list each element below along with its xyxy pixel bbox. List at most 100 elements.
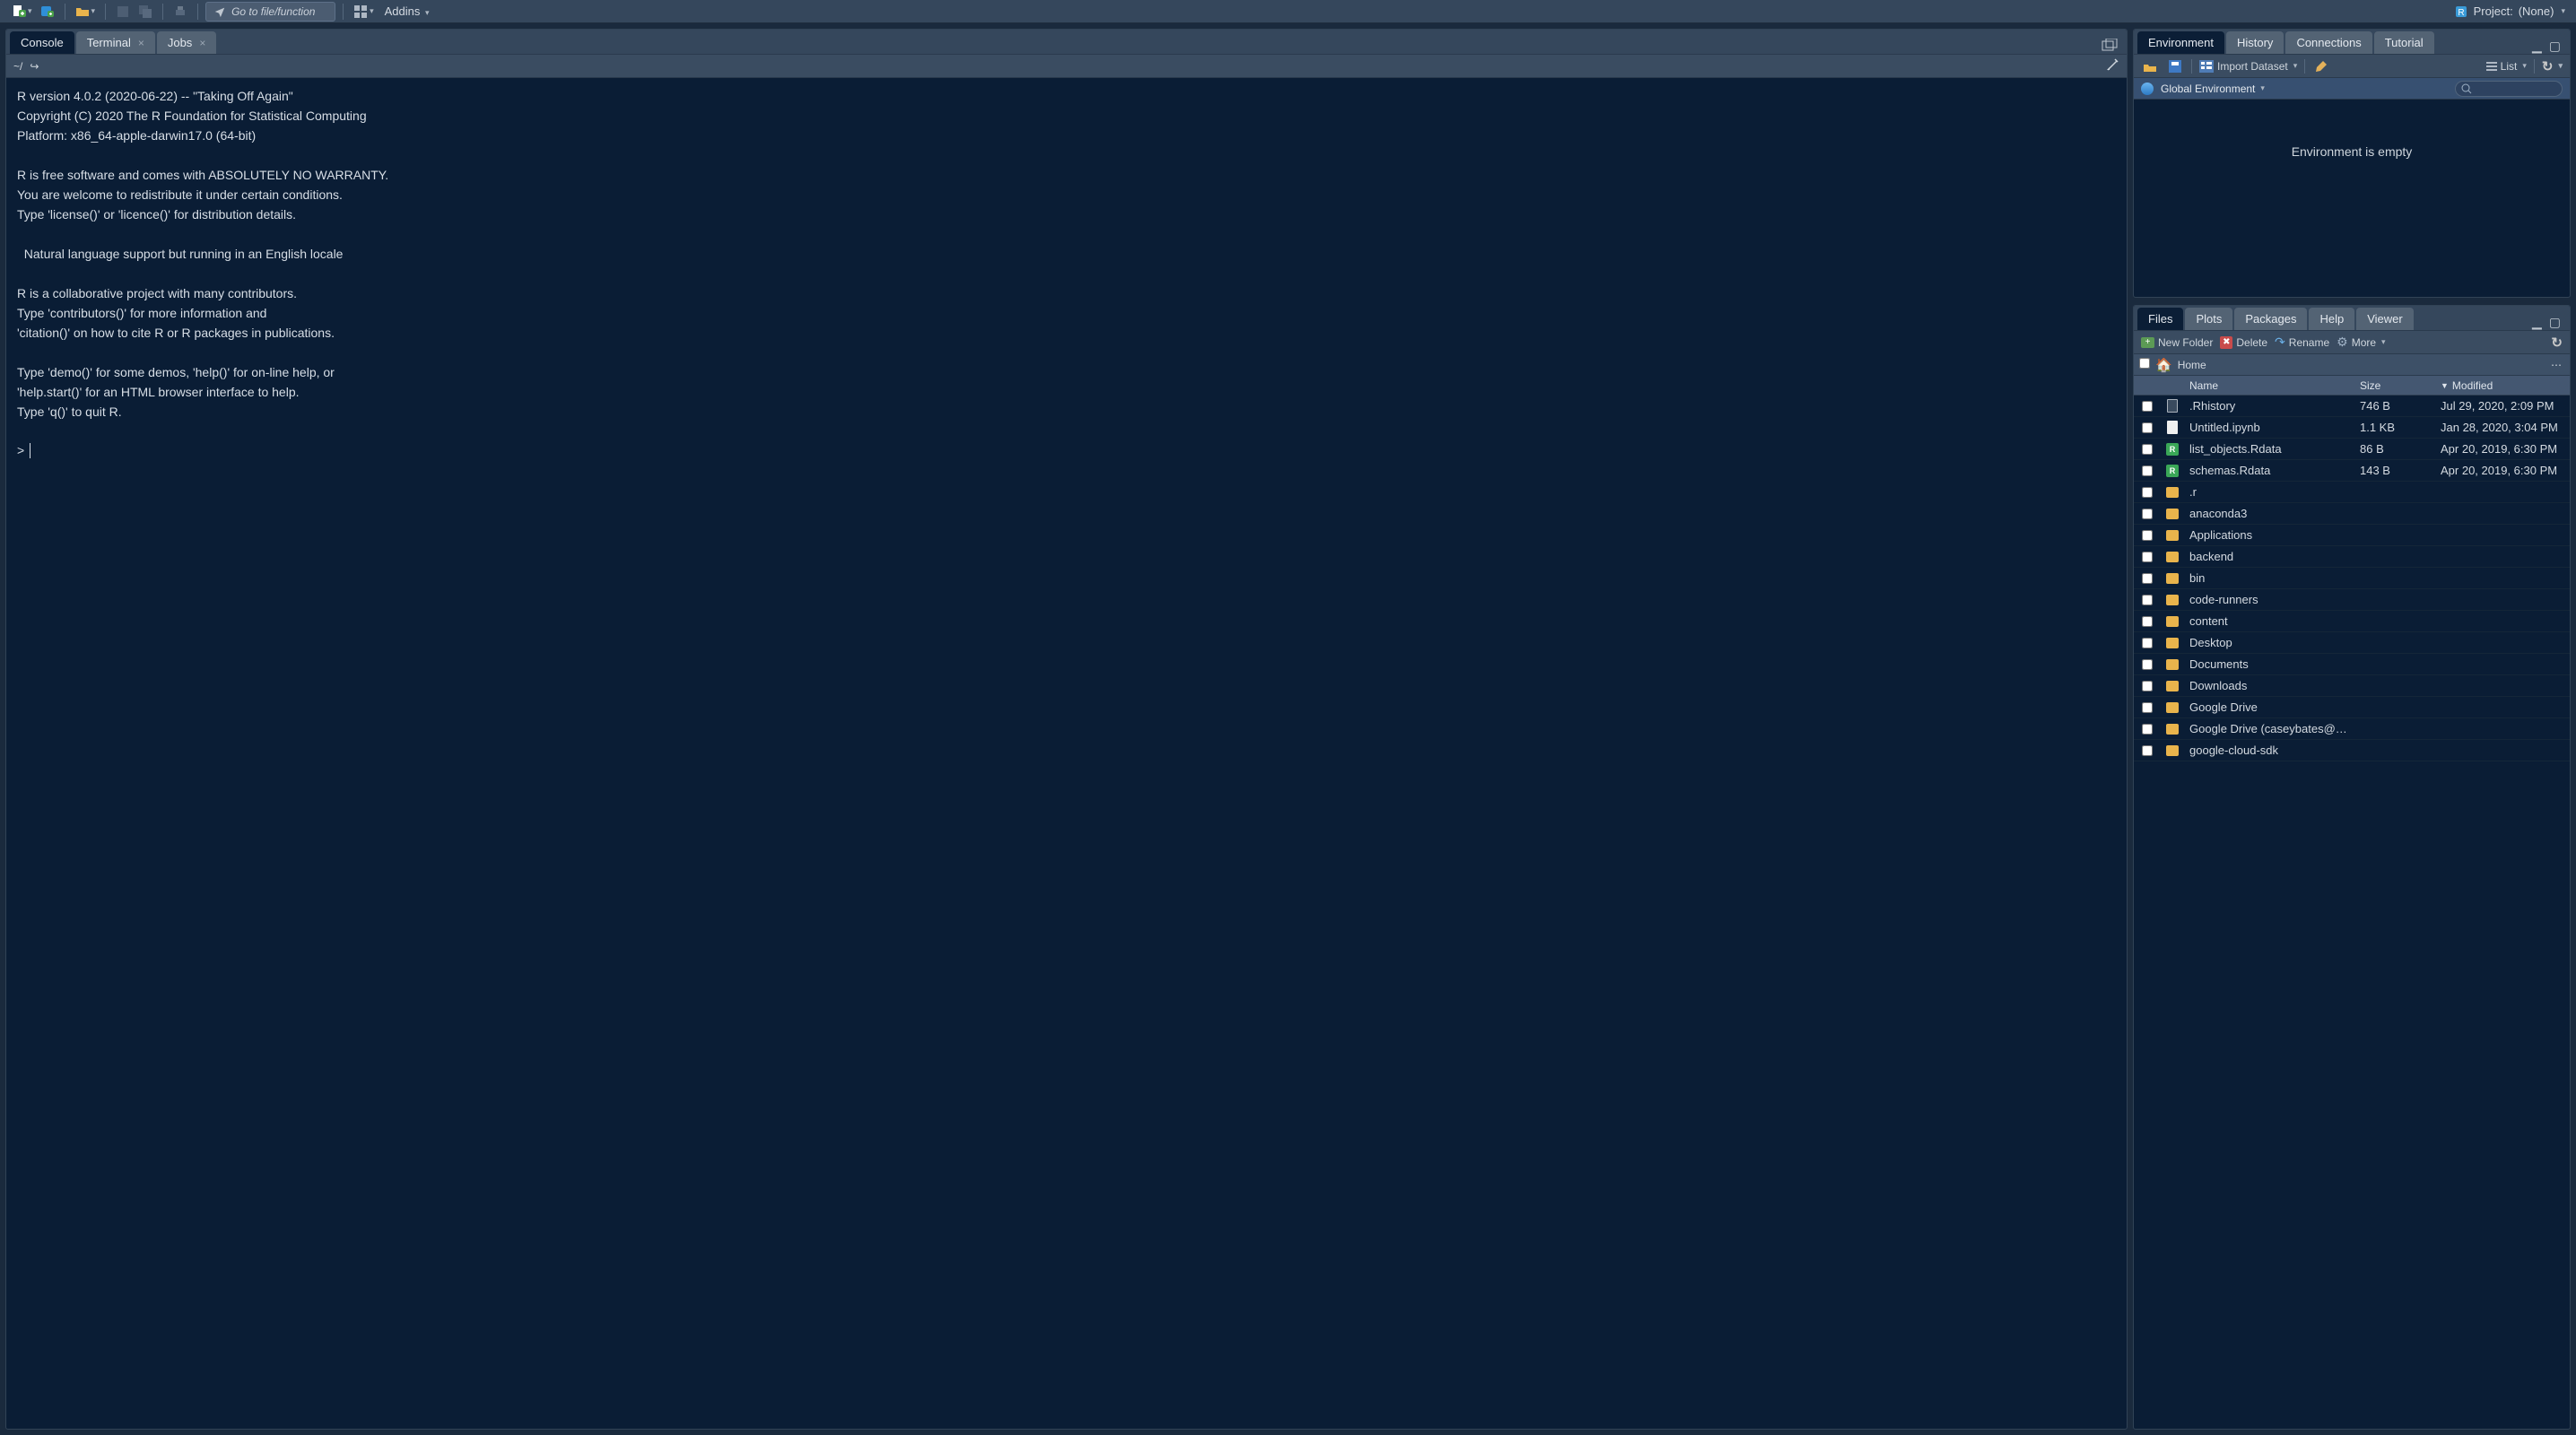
save-button[interactable]: [113, 2, 133, 22]
clear-console-icon[interactable]: [2105, 57, 2119, 74]
file-name[interactable]: google-cloud-sdk: [2184, 744, 2354, 757]
goto-dir-icon[interactable]: ↪: [30, 60, 39, 73]
tab-connections[interactable]: Connections: [2285, 31, 2371, 54]
delete-button[interactable]: ✖Delete: [2220, 336, 2267, 349]
table-row[interactable]: bin: [2134, 568, 2570, 589]
load-workspace-icon[interactable]: [2141, 57, 2159, 75]
new-file-button[interactable]: ▾: [9, 2, 35, 22]
refresh-env-icon[interactable]: ↻▾: [2542, 58, 2563, 74]
print-button[interactable]: [170, 2, 190, 22]
file-name[interactable]: Untitled.ipynb: [2184, 421, 2354, 434]
row-checkbox[interactable]: [2142, 745, 2153, 756]
row-checkbox[interactable]: [2142, 702, 2153, 713]
refresh-files-icon[interactable]: ↻: [2551, 335, 2563, 351]
file-name[interactable]: .Rhistory: [2184, 399, 2354, 413]
file-name[interactable]: schemas.Rdata: [2184, 464, 2354, 477]
select-all-checkbox[interactable]: [2139, 358, 2150, 369]
row-checkbox[interactable]: [2142, 465, 2153, 476]
table-row[interactable]: Downloads: [2134, 675, 2570, 697]
file-name[interactable]: Applications: [2184, 528, 2354, 542]
env-search-input[interactable]: [2455, 81, 2563, 97]
maximize-icon[interactable]: ▢: [2549, 315, 2561, 330]
tab-help[interactable]: Help: [2309, 308, 2354, 330]
open-file-button[interactable]: ▾: [73, 2, 99, 22]
tab-history[interactable]: History: [2226, 31, 2284, 54]
save-all-button[interactable]: [135, 2, 155, 22]
table-row[interactable]: schemas.Rdata143 BApr 20, 2019, 6:30 PM: [2134, 460, 2570, 482]
file-name[interactable]: bin: [2184, 571, 2354, 585]
row-checkbox[interactable]: [2142, 659, 2153, 670]
table-row[interactable]: list_objects.Rdata86 BApr 20, 2019, 6:30…: [2134, 439, 2570, 460]
table-row[interactable]: content: [2134, 611, 2570, 632]
row-checkbox[interactable]: [2142, 401, 2153, 412]
file-name[interactable]: Desktop: [2184, 636, 2354, 649]
row-checkbox[interactable]: [2142, 681, 2153, 691]
minimize-icon[interactable]: ▁: [2532, 315, 2542, 330]
env-scope-picker[interactable]: Global Environment ▾: [2161, 83, 2265, 95]
save-workspace-icon[interactable]: [2166, 57, 2184, 75]
file-name[interactable]: list_objects.Rdata: [2184, 442, 2354, 456]
file-name[interactable]: code-runners: [2184, 593, 2354, 606]
tab-terminal[interactable]: Terminal×: [76, 31, 155, 54]
file-name[interactable]: Google Drive: [2184, 700, 2354, 714]
goto-path-icon[interactable]: ⋯: [2548, 358, 2564, 372]
file-name[interactable]: anaconda3: [2184, 507, 2354, 520]
row-checkbox[interactable]: [2142, 724, 2153, 735]
tab-jobs[interactable]: Jobs×: [157, 31, 216, 54]
tab-environment[interactable]: Environment: [2137, 31, 2224, 54]
table-row[interactable]: google-cloud-sdk: [2134, 740, 2570, 761]
table-row[interactable]: Google Drive: [2134, 697, 2570, 718]
tab-viewer[interactable]: Viewer: [2356, 308, 2414, 330]
row-checkbox[interactable]: [2142, 552, 2153, 562]
col-modified[interactable]: ▼Modified: [2435, 379, 2570, 392]
env-view-toggle[interactable]: List ▾: [2486, 60, 2527, 73]
row-checkbox[interactable]: [2142, 444, 2153, 455]
project-picker[interactable]: R Project: (None) ▾: [2454, 4, 2572, 19]
row-checkbox[interactable]: [2142, 422, 2153, 433]
file-name[interactable]: content: [2184, 614, 2354, 628]
file-name[interactable]: Google Drive (caseybates@gmai…: [2184, 722, 2354, 735]
row-checkbox[interactable]: [2142, 573, 2153, 584]
new-project-button[interactable]: [38, 2, 57, 22]
row-checkbox[interactable]: [2142, 530, 2153, 541]
table-row[interactable]: Google Drive (caseybates@gmai…: [2134, 718, 2570, 740]
tab-plots[interactable]: Plots: [2185, 308, 2232, 330]
file-list[interactable]: .Rhistory746 BJul 29, 2020, 2:09 PMUntit…: [2134, 396, 2570, 1429]
row-checkbox[interactable]: [2142, 595, 2153, 605]
rename-button[interactable]: ↷Rename: [2275, 335, 2329, 350]
file-name[interactable]: .r: [2184, 485, 2354, 499]
panes-button[interactable]: ▾: [351, 2, 377, 22]
breadcrumb[interactable]: Home: [2178, 359, 2206, 371]
table-row[interactable]: backend: [2134, 546, 2570, 568]
table-row[interactable]: Untitled.ipynb1.1 KBJan 28, 2020, 3:04 P…: [2134, 417, 2570, 439]
file-name[interactable]: backend: [2184, 550, 2354, 563]
table-row[interactable]: .r: [2134, 482, 2570, 503]
row-checkbox[interactable]: [2142, 638, 2153, 648]
row-checkbox[interactable]: [2142, 616, 2153, 627]
home-icon[interactable]: 🏠: [2155, 357, 2172, 373]
import-dataset-button[interactable]: Import Dataset ▾: [2199, 60, 2297, 73]
close-icon[interactable]: ×: [138, 37, 144, 49]
file-name[interactable]: Documents: [2184, 657, 2354, 671]
tab-files[interactable]: Files: [2137, 308, 2183, 330]
maximize-icon[interactable]: ▢: [2549, 39, 2561, 54]
more-button[interactable]: ⚙More▾: [2337, 335, 2385, 350]
popout-icon[interactable]: [2102, 39, 2118, 54]
col-name[interactable]: Name: [2184, 379, 2354, 392]
minimize-icon[interactable]: ▁: [2532, 39, 2542, 54]
addins-menu[interactable]: Addins ▾: [379, 4, 430, 18]
new-folder-button[interactable]: New Folder: [2141, 336, 2213, 349]
table-row[interactable]: Applications: [2134, 525, 2570, 546]
goto-file-input[interactable]: Go to file/function: [205, 2, 335, 22]
table-row[interactable]: Documents: [2134, 654, 2570, 675]
tab-packages[interactable]: Packages: [2234, 308, 2307, 330]
clear-env-icon[interactable]: [2312, 57, 2330, 75]
table-row[interactable]: code-runners: [2134, 589, 2570, 611]
file-name[interactable]: Downloads: [2184, 679, 2354, 692]
table-row[interactable]: anaconda3: [2134, 503, 2570, 525]
row-checkbox[interactable]: [2142, 487, 2153, 498]
row-checkbox[interactable]: [2142, 509, 2153, 519]
col-size[interactable]: Size: [2354, 379, 2435, 392]
close-icon[interactable]: ×: [199, 37, 205, 49]
tab-tutorial[interactable]: Tutorial: [2374, 31, 2434, 54]
